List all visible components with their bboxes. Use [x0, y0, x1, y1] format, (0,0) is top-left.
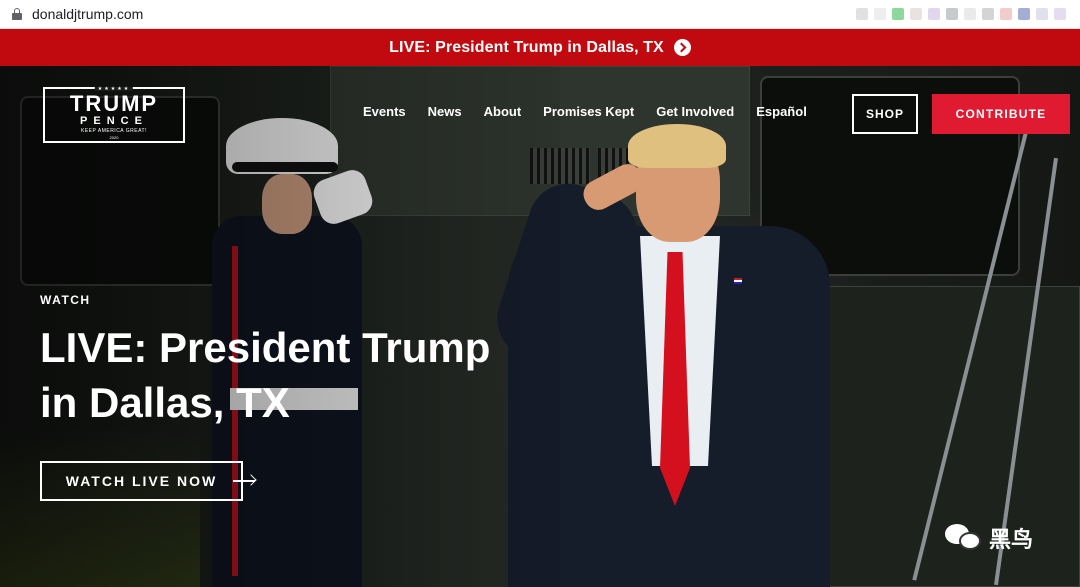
hero-headline: LIVE: President Trump in Dallas, TX [40, 324, 491, 426]
watermark: 黑鸟 [945, 522, 1033, 554]
nav-events[interactable]: Events [363, 104, 406, 119]
logo-pence: PENCE [80, 115, 148, 127]
extension-icon[interactable] [946, 8, 958, 20]
nav-about[interactable]: About [484, 104, 522, 119]
url-text[interactable]: donaldjtrump.com [32, 6, 143, 22]
live-banner-text[interactable]: LIVE: President Trump in Dallas, TX [389, 39, 664, 57]
extension-icon[interactable] [910, 8, 922, 20]
shop-button[interactable]: SHOP [852, 94, 918, 134]
president-hair [628, 124, 726, 168]
logo-stars: ★★★★★ [94, 87, 134, 92]
nav-espanol[interactable]: Español [756, 104, 807, 119]
watermark-text: 黑鸟 [989, 527, 1034, 552]
live-banner[interactable]: LIVE: President Trump in Dallas, TX [0, 29, 1080, 66]
logo-trump: TRUMP [69, 91, 159, 116]
hero-eyebrow: WATCH [40, 293, 91, 307]
lock-icon [12, 8, 22, 20]
extension-icon[interactable] [982, 8, 994, 20]
logo-year: 2020 [109, 135, 119, 140]
extension-icon[interactable] [1036, 8, 1048, 20]
arrow-right-icon[interactable] [233, 474, 257, 488]
extension-icons [856, 8, 1066, 20]
chevron-right-circle-icon[interactable] [673, 39, 691, 56]
watch-live-button[interactable]: WATCH LIVE NOW [40, 461, 243, 501]
extension-icon[interactable] [892, 8, 904, 20]
nav-get-involved[interactable]: Get Involved [656, 104, 734, 119]
extension-icon[interactable] [1054, 8, 1066, 20]
extension-icon[interactable] [928, 8, 940, 20]
extension-icon[interactable] [856, 8, 868, 20]
extension-icon[interactable] [1018, 8, 1030, 20]
extension-icon[interactable] [1000, 8, 1012, 20]
nav-news[interactable]: News [428, 104, 462, 119]
flag-pin [734, 278, 742, 284]
main-nav: Events News About Promises Kept Get Invo… [363, 104, 807, 119]
extension-icon[interactable] [964, 8, 976, 20]
browser-address-bar[interactable]: donaldjtrump.com [0, 0, 1080, 29]
wechat-icon [945, 524, 983, 552]
extension-icon[interactable] [874, 8, 886, 20]
nav-promises-kept[interactable]: Promises Kept [543, 104, 634, 119]
logo-tagline: KEEP AMERICA GREAT! [81, 128, 147, 134]
contribute-button[interactable]: CONTRIBUTE [932, 94, 1070, 134]
trump-pence-logo[interactable]: ★★★★★ TRUMP PENCE KEEP AMERICA GREAT! 20… [43, 87, 185, 143]
